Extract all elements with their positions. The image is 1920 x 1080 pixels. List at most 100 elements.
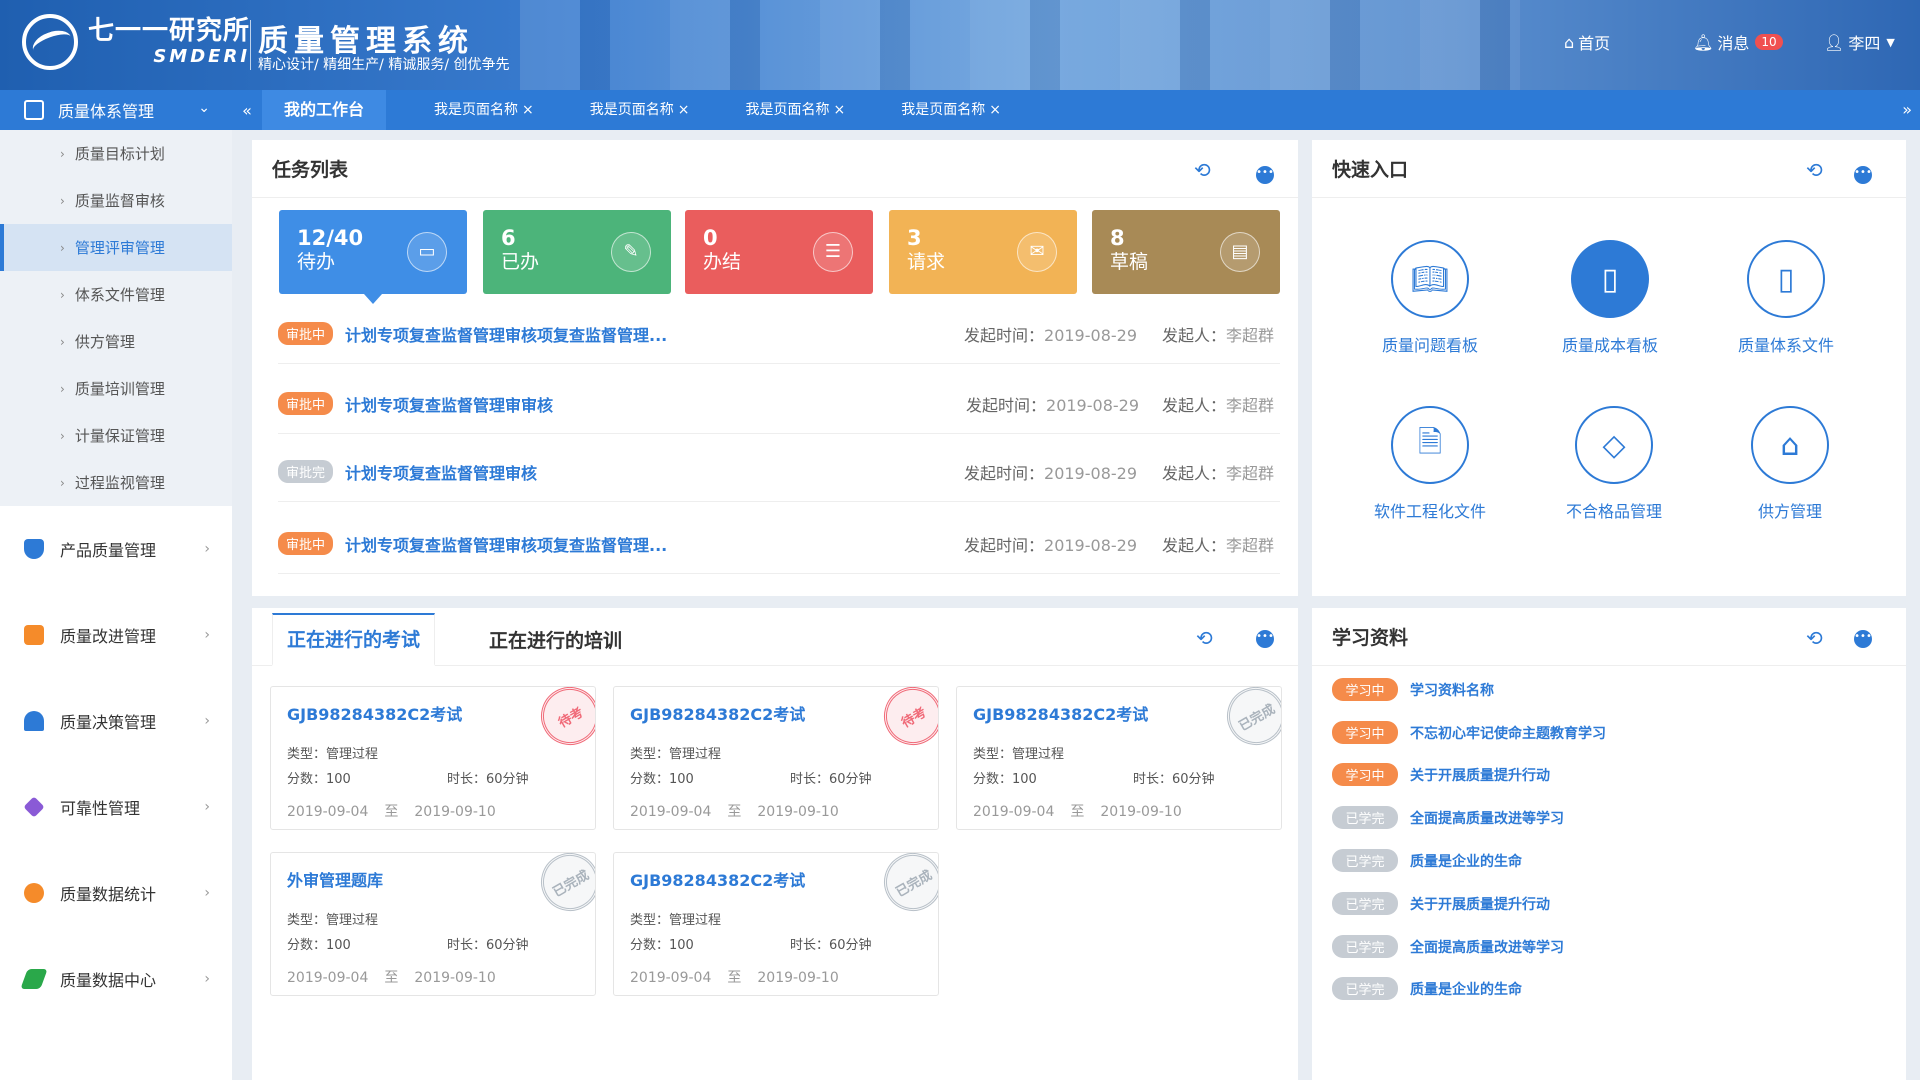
exam-title[interactable]: 外审管理题库 xyxy=(287,867,579,891)
task-title[interactable]: 计划专项复查监督管理审核项复查监督管理... xyxy=(345,532,667,556)
tab-trainings[interactable]: 正在进行的培训 xyxy=(475,626,636,665)
sidebar-item-data-center[interactable]: 质量数据中心 › xyxy=(0,936,232,1022)
sidebar-item-reliability[interactable]: 可靠性管理 › xyxy=(0,764,232,850)
sidebar-item-data-stats[interactable]: 质量数据统计 › xyxy=(0,850,232,936)
close-icon[interactable]: × xyxy=(989,102,1001,118)
task-row[interactable]: 审批中 计划专项复查监督管理审核项复查监督管理... 发起时间：2019-08-… xyxy=(278,304,1280,364)
learning-title[interactable]: 关于开展质量提升行动 xyxy=(1410,765,1550,785)
stat-card-todo[interactable]: 12/40 待办 ▭ xyxy=(279,210,467,294)
learning-title[interactable]: 质量是企业的生命 xyxy=(1410,979,1522,999)
more-icon[interactable]: ••• xyxy=(1854,166,1872,184)
tab-page[interactable]: 我是页面名称 × xyxy=(727,90,863,130)
close-icon[interactable]: × xyxy=(678,102,690,118)
tab-page[interactable]: 我是页面名称 × xyxy=(416,90,552,130)
stat-card-request[interactable]: 3 请求 ✉ xyxy=(889,210,1077,294)
messages-label: 消息 xyxy=(1717,34,1750,53)
exam-score-value: 100 xyxy=(1012,772,1037,787)
learning-item[interactable]: 已学完 质量是企业的生命 xyxy=(1332,849,1522,872)
task-time-value: 2019-08-29 xyxy=(1044,535,1137,555)
tabs-prev-icon[interactable]: « xyxy=(232,101,262,120)
sidebar-subitem[interactable]: › 质量监督审核 xyxy=(0,177,232,224)
sidebar-item-quality-improvement[interactable]: 质量改进管理 › xyxy=(0,592,232,678)
sidebar-group-quality-system[interactable]: 质量体系管理 ⌄ xyxy=(0,90,232,130)
quick-entry-cost-board[interactable]: ▯ 质量成本看板 xyxy=(1520,240,1700,356)
quick-entry-label: 质量体系文件 xyxy=(1737,336,1834,355)
exam-title[interactable]: GJB98284382C2考试 xyxy=(630,867,922,891)
sidebar-subitem[interactable]: › 质量培训管理 xyxy=(0,365,232,412)
tab-exams[interactable]: 正在进行的考试 xyxy=(272,613,436,666)
exam-card[interactable]: GJB98284382C2考试 类型：管理过程 分数：100 时长：60分钟 20… xyxy=(613,852,939,996)
sidebar-subitem[interactable]: › 质量目标计划 xyxy=(0,130,232,177)
close-icon[interactable]: × xyxy=(522,102,534,118)
learning-status-badge: 已学完 xyxy=(1332,849,1398,872)
sidebar-subitem[interactable]: › 体系文件管理 xyxy=(0,271,232,318)
stat-card-draft[interactable]: 8 草稿 ▤ xyxy=(1092,210,1280,294)
exam-title[interactable]: GJB98284382C2考试 xyxy=(630,701,922,725)
exam-title[interactable]: GJB98284382C2考试 xyxy=(973,701,1265,725)
exam-score-label: 分数： xyxy=(287,772,327,787)
tab-label: 我是页面名称 xyxy=(589,102,674,118)
refresh-icon[interactable]: ⟲ xyxy=(1196,626,1213,650)
sidebar-subitem-label: 质量目标计划 xyxy=(74,145,165,163)
stat-card-closed[interactable]: 0 办结 ☰ xyxy=(685,210,873,294)
logo[interactable]: 七一一研究所 SMDERI xyxy=(22,14,250,70)
more-icon[interactable]: ••• xyxy=(1256,630,1274,648)
learning-title[interactable]: 关于开展质量提升行动 xyxy=(1410,894,1550,914)
quick-entry-nonconforming[interactable]: ◇ 不合格品管理 xyxy=(1524,406,1704,522)
sidebar-item-product-quality[interactable]: 产品质量管理 › xyxy=(0,506,232,592)
refresh-icon[interactable]: ⟲ xyxy=(1806,626,1823,650)
exam-title[interactable]: GJB98284382C2考试 xyxy=(287,701,579,725)
learning-item[interactable]: 学习中 学习资料名称 xyxy=(1332,678,1494,701)
refresh-icon[interactable]: ⟲ xyxy=(1806,158,1823,182)
exam-card[interactable]: 外审管理题库 类型：管理过程 分数：100 时长：60分钟 2019-09-04 至… xyxy=(270,852,596,996)
learning-item[interactable]: 已学完 全面提高质量改进等学习 xyxy=(1332,806,1564,829)
home-link[interactable]: ⌂ 首页 xyxy=(1564,30,1610,54)
quick-entry-software-docs[interactable]: 🗎︎ 软件工程化文件 xyxy=(1340,406,1520,522)
more-icon[interactable]: ••• xyxy=(1854,630,1872,648)
sidebar-subitem[interactable]: › 计量保证管理 xyxy=(0,412,232,459)
exam-card[interactable]: GJB98284382C2考试 类型：管理过程 分数：100 时长：60分钟 20… xyxy=(613,686,939,830)
task-row[interactable]: 审批中 计划专项复查监督管理审审核 发起时间：2019-08-29 发起人：李超… xyxy=(278,374,1280,434)
quick-entry-label: 质量问题看板 xyxy=(1381,336,1478,355)
messages-link[interactable]: 🔔︎ 消息 10 xyxy=(1693,30,1783,54)
learning-title[interactable]: 全面提高质量改进等学习 xyxy=(1410,937,1564,957)
exam-duration-value: 60分钟 xyxy=(829,772,872,787)
close-icon[interactable]: × xyxy=(833,102,845,118)
sidebar-subitem-active[interactable]: › 管理评审管理 xyxy=(0,224,232,271)
tab-page[interactable]: 我是页面名称 × xyxy=(572,90,708,130)
task-title[interactable]: 计划专项复查监督管理审核项复查监督管理... xyxy=(345,322,667,346)
sidebar-item-quality-decision[interactable]: 质量决策管理 › xyxy=(0,678,232,764)
tab-workbench[interactable]: 我的工作台 xyxy=(262,90,387,130)
learning-item[interactable]: 已学完 全面提高质量改进等学习 xyxy=(1332,935,1564,958)
learning-item[interactable]: 已学完 质量是企业的生命 xyxy=(1332,977,1522,1000)
task-title[interactable]: 计划专项复查监督管理审核 xyxy=(345,460,537,484)
task-title[interactable]: 计划专项复查监督管理审审核 xyxy=(345,392,553,416)
learning-title[interactable]: 不忘初心牢记使命主题教育学习 xyxy=(1410,723,1606,743)
exam-dates: 2019-09-04 至 2019-09-10 xyxy=(287,967,579,987)
caret-down-icon: ▼ xyxy=(1886,35,1895,49)
learning-title[interactable]: 学习资料名称 xyxy=(1410,680,1494,700)
sidebar-subitem[interactable]: › 过程监视管理 xyxy=(0,459,232,506)
task-row[interactable]: 审批完 计划专项复查监督管理审核 发起时间：2019-08-29 发起人：李超群 xyxy=(278,442,1280,502)
sidebar-item-label: 质量决策管理 xyxy=(60,713,157,732)
task-row[interactable]: 审批中 计划专项复查监督管理审核项复查监督管理... 发起时间：2019-08-… xyxy=(278,514,1280,574)
learning-title[interactable]: 全面提高质量改进等学习 xyxy=(1410,808,1564,828)
more-icon[interactable]: ••• xyxy=(1256,166,1274,184)
sidebar-subitem[interactable]: › 供方管理 xyxy=(0,318,232,365)
quick-entry-issue-board[interactable]: 📖︎ 质量问题看板 xyxy=(1340,240,1520,356)
exam-card[interactable]: GJB98284382C2考试 类型：管理过程 分数：100 时长：60分钟 20… xyxy=(956,686,1282,830)
tab-page[interactable]: 我是页面名称 × xyxy=(883,90,1019,130)
tabs-next-icon[interactable]: » xyxy=(1902,90,1912,130)
exam-to-label: 至 xyxy=(727,970,742,986)
system-slogan: 精心设计/ 精细生产/ 精诚服务/ 创优争先 xyxy=(258,57,510,73)
stat-card-done[interactable]: 6 已办 ✎ xyxy=(483,210,671,294)
learning-item[interactable]: 已学完 关于开展质量提升行动 xyxy=(1332,892,1550,915)
user-menu[interactable]: 👤︎ 李四 ▼ xyxy=(1824,30,1895,54)
learning-item[interactable]: 学习中 不忘初心牢记使命主题教育学习 xyxy=(1332,721,1606,744)
refresh-icon[interactable]: ⟲ xyxy=(1194,158,1211,182)
learning-item[interactable]: 学习中 关于开展质量提升行动 xyxy=(1332,763,1550,786)
learning-title[interactable]: 质量是企业的生命 xyxy=(1410,851,1522,871)
quick-entry-system-docs[interactable]: ▯ 质量体系文件 xyxy=(1696,240,1876,356)
exam-card[interactable]: GJB98284382C2考试 类型：管理过程 分数：100 时长：60分钟 20… xyxy=(270,686,596,830)
quick-entry-supplier[interactable]: ⌂ 供方管理 xyxy=(1700,406,1880,522)
